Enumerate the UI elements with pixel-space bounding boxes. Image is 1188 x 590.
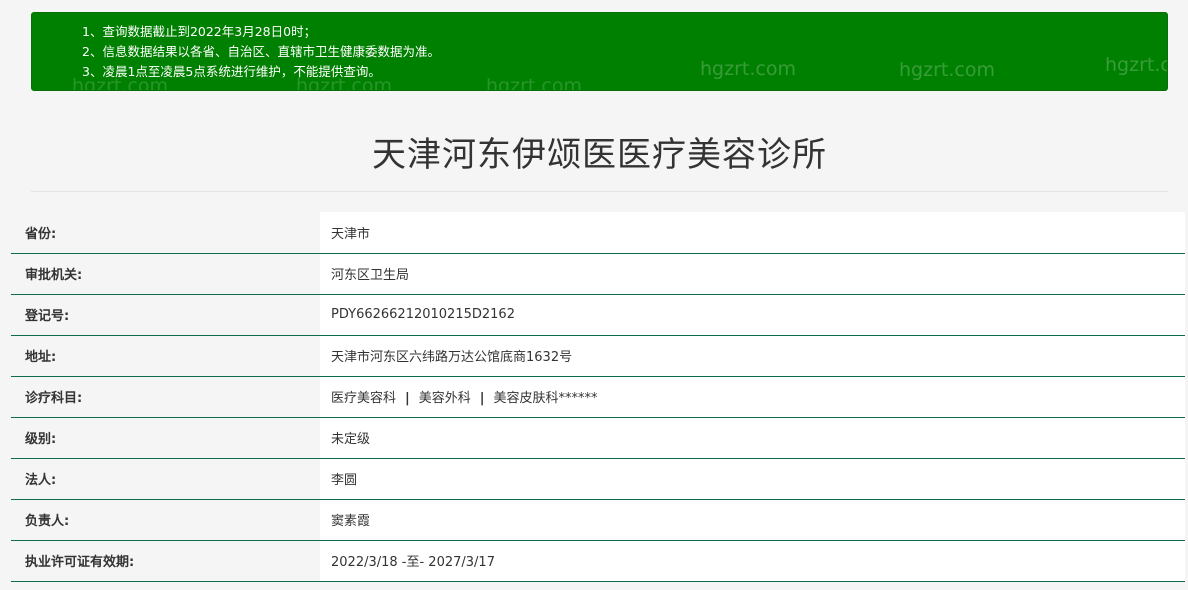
table-row: 地址: 天津市河东区六纬路万达公馆底商1632号 bbox=[11, 335, 1185, 377]
department-item: 医疗美容科 bbox=[331, 391, 397, 406]
field-label: 执业许可证有效期: bbox=[11, 540, 320, 582]
watermark: hgzrt.com bbox=[486, 75, 582, 91]
table-row: 执业许可证有效期: 2022/3/18 -至- 2027/3/17 bbox=[11, 540, 1185, 582]
table-row: 登记号: PDY66266212010215D2162 bbox=[11, 294, 1185, 336]
field-value: 李圆 bbox=[320, 458, 1185, 500]
department-item: 美容皮肤科****** bbox=[493, 391, 598, 406]
watermark: hgzrt.com bbox=[899, 59, 995, 81]
notice-list: 1、查询数据截止到2022年3月28日0时； 2、信息数据结果以各省、自治区、直… bbox=[82, 22, 440, 82]
field-label: 级别: bbox=[11, 417, 320, 459]
table-row: 审批机关: 河东区卫生局 bbox=[11, 253, 1185, 295]
field-label: 负责人: bbox=[11, 499, 320, 541]
department-separator: | bbox=[405, 391, 410, 406]
field-value: 河东区卫生局 bbox=[320, 253, 1185, 295]
field-label: 登记号: bbox=[11, 294, 320, 336]
table-row: 负责人: 窦素霞 bbox=[11, 499, 1185, 541]
field-label: 审批机关: bbox=[11, 253, 320, 295]
page-title: 天津河东伊颂医医疗美容诊所 bbox=[372, 135, 827, 175]
page-title-section: 天津河东伊颂医医疗美容诊所 bbox=[31, 120, 1168, 192]
notice-banner: hgzrt.com hgzrt.com hgzrt.com hgzrt.com … bbox=[31, 12, 1168, 91]
field-value: 天津市 bbox=[320, 212, 1185, 254]
field-value-departments: 医疗美容科 | 美容外科 | 美容皮肤科****** bbox=[320, 376, 1185, 418]
notice-line: 1、查询数据截止到2022年3月28日0时； bbox=[82, 24, 317, 39]
field-value: 2022/3/18 -至- 2027/3/17 bbox=[320, 540, 1185, 582]
field-value: 天津市河东区六纬路万达公馆底商1632号 bbox=[320, 335, 1185, 377]
field-value: 未定级 bbox=[320, 417, 1185, 459]
field-label: 法人: bbox=[11, 458, 320, 500]
field-value: PDY66266212010215D2162 bbox=[320, 294, 1185, 336]
field-value: 窦素霞 bbox=[320, 499, 1185, 541]
department-item: 美容外科 bbox=[418, 391, 471, 406]
notice-line: 2、信息数据结果以各省、自治区、直辖市卫生健康委数据为准。 bbox=[82, 44, 440, 59]
field-label: 省份: bbox=[11, 212, 320, 254]
watermark: hgzrt.com bbox=[1105, 54, 1167, 76]
field-label: 诊疗科目: bbox=[11, 376, 320, 418]
clinic-info-table: 省份: 天津市 审批机关: 河东区卫生局 登记号: PDY66266212010… bbox=[11, 212, 1185, 582]
field-label: 地址: bbox=[11, 335, 320, 377]
table-row: 诊疗科目: 医疗美容科 | 美容外科 | 美容皮肤科****** bbox=[11, 376, 1185, 418]
table-row: 法人: 李圆 bbox=[11, 458, 1185, 500]
table-row: 省份: 天津市 bbox=[11, 212, 1185, 254]
table-row: 级别: 未定级 bbox=[11, 417, 1185, 459]
department-separator: | bbox=[479, 391, 485, 406]
watermark: hgzrt.com bbox=[700, 58, 796, 80]
notice-line: 3、凌晨1点至凌晨5点系统进行维护，不能提供查询。 bbox=[82, 64, 381, 79]
